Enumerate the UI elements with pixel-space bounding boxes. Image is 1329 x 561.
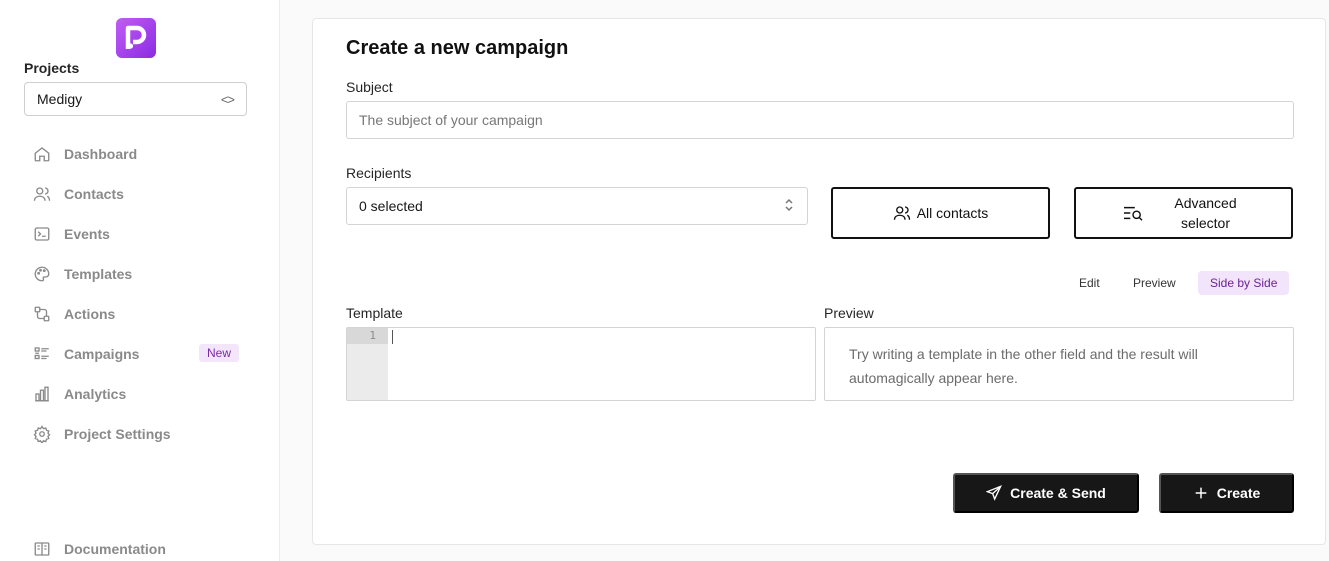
sidebar-item-label: Events <box>64 226 110 242</box>
sidebar-item-label: Campaigns <box>64 346 140 362</box>
text-cursor <box>392 330 393 344</box>
sidebar-nav: Dashboard Contacts Events Templates Acti… <box>24 134 247 454</box>
project-select-value: Medigy <box>37 91 83 107</box>
tab-preview[interactable]: Preview <box>1121 271 1188 295</box>
sidebar-item-label: Contacts <box>64 186 124 202</box>
advanced-selector-button[interactable]: Advanced selector <box>1074 187 1293 239</box>
sidebar-item-contacts[interactable]: Contacts <box>24 174 247 214</box>
code-brackets-icon: <> <box>220 91 235 107</box>
create-label: Create <box>1216 485 1261 501</box>
recipients-value: 0 selected <box>359 198 423 214</box>
sidebar-item-actions[interactable]: Actions <box>24 294 247 334</box>
campaign-form-card: Create a new campaign Subject The subjec… <box>312 18 1326 545</box>
line-number: 1 <box>347 328 388 344</box>
sidebar-item-dashboard[interactable]: Dashboard <box>24 134 247 174</box>
preview-placeholder: Try writing a template in the other fiel… <box>849 346 1198 386</box>
recipients-label: Recipients <box>346 165 412 181</box>
template-editor[interactable]: 1 <box>346 327 816 401</box>
all-contacts-button[interactable]: All contacts <box>831 187 1050 239</box>
terminal-icon <box>32 224 52 244</box>
logo-p-icon <box>125 25 147 49</box>
create-and-send-label: Create & Send <box>1010 485 1106 501</box>
preview-pane: Try writing a template in the other fiel… <box>824 327 1294 401</box>
home-icon <box>32 144 52 164</box>
bar-chart-icon <box>32 384 52 404</box>
new-badge: New <box>198 344 239 362</box>
sidebar-item-label: Documentation <box>64 541 166 557</box>
sidebar-item-label: Actions <box>64 306 116 322</box>
book-icon <box>32 539 52 559</box>
subject-placeholder: The subject of your campaign <box>359 112 543 128</box>
sidebar-item-analytics[interactable]: Analytics <box>24 374 247 414</box>
page-title: Create a new campaign <box>346 37 569 59</box>
sidebar-item-campaigns[interactable]: Campaigns New <box>24 334 247 374</box>
create-and-send-button[interactable]: Create & Send <box>953 473 1139 513</box>
sidebar-item-label: Analytics <box>64 386 127 402</box>
subject-input[interactable]: The subject of your campaign <box>346 101 1294 139</box>
tab-side-by-side[interactable]: Side by Side <box>1198 271 1290 295</box>
sidebar-item-label: Project Settings <box>64 426 171 442</box>
chevron-up-down-icon <box>783 196 795 217</box>
create-button[interactable]: Create <box>1159 473 1294 513</box>
gear-icon <box>32 424 52 444</box>
all-contacts-label: All contacts <box>916 205 989 221</box>
palette-icon <box>32 264 52 284</box>
sidebar: Projects Medigy <> Dashboard Contacts Ev… <box>0 0 280 561</box>
sidebar-item-label: Templates <box>64 266 133 282</box>
sidebar-item-documentation[interactable]: Documentation <box>24 529 247 561</box>
project-select[interactable]: Medigy <> <box>24 82 247 116</box>
sidebar-item-project-settings[interactable]: Project Settings <box>24 414 247 454</box>
preview-label: Preview <box>824 305 874 321</box>
template-label: Template <box>346 305 403 321</box>
tab-edit[interactable]: Edit <box>1067 271 1112 295</box>
users-icon <box>32 184 52 204</box>
workflow-icon <box>32 304 52 324</box>
projects-label: Projects <box>24 60 80 76</box>
send-icon <box>986 485 1003 501</box>
app-logo[interactable] <box>116 18 156 58</box>
filter-search-icon <box>1122 204 1144 222</box>
users-icon <box>893 204 911 222</box>
subject-label: Subject <box>346 79 393 95</box>
list-icon <box>32 344 52 364</box>
advanced-selector-label: Advanced selector <box>1174 195 1237 231</box>
recipients-select[interactable]: 0 selected <box>346 187 808 225</box>
sidebar-documentation: Documentation <box>24 529 247 561</box>
sidebar-item-events[interactable]: Events <box>24 214 247 254</box>
sidebar-item-templates[interactable]: Templates <box>24 254 247 294</box>
sidebar-item-label: Dashboard <box>64 146 138 162</box>
plus-icon <box>1193 485 1209 501</box>
